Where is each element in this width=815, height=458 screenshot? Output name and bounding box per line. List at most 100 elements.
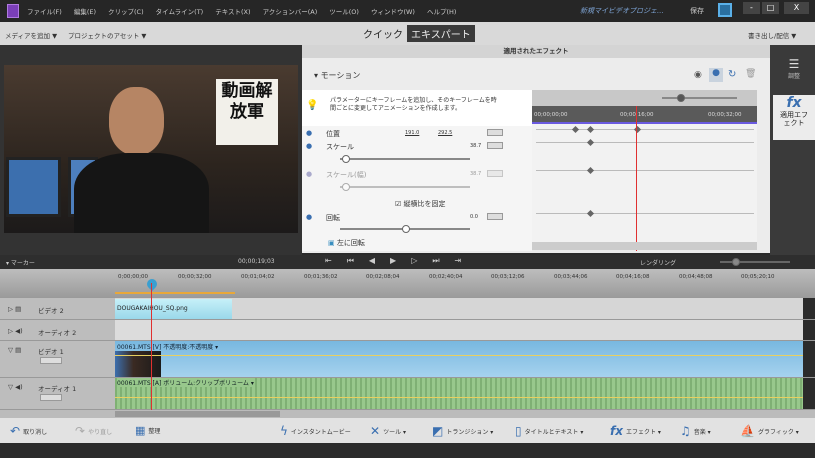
applied-effects-button[interactable]: fx 適用エフェクト bbox=[773, 95, 815, 140]
menu-clip[interactable]: クリップ(C) bbox=[108, 8, 144, 16]
scale-value[interactable]: 38.7 bbox=[470, 143, 481, 149]
timeline-playhead[interactable] bbox=[151, 283, 152, 410]
tools-button[interactable]: ✕ ツール ▾ bbox=[370, 424, 406, 438]
keyframe[interactable] bbox=[586, 209, 595, 218]
menu-window[interactable]: ウィンドウ(W) bbox=[371, 8, 415, 16]
export-button[interactable]: 書き出し/配信 ▼ bbox=[748, 30, 796, 40]
scale-width-value: 38.7 bbox=[470, 171, 482, 177]
scale-slider[interactable] bbox=[342, 155, 350, 163]
scrollbar-thumb[interactable] bbox=[115, 411, 280, 417]
keyframe-nav[interactable] bbox=[487, 213, 503, 220]
timeline-zoom-slider[interactable] bbox=[732, 258, 740, 266]
ruler-tick: 00;04;48;08 bbox=[679, 274, 713, 280]
keyframe-area[interactable] bbox=[532, 124, 757, 242]
timeline-ruler[interactable]: 0;00;00;00 00;00;32;00 00;01;04;02 00;01… bbox=[0, 269, 815, 298]
menu-tools[interactable]: ツール(O) bbox=[329, 8, 359, 16]
track-expand-icon[interactable]: ▷ ▤ bbox=[8, 305, 21, 313]
main-toolbar: メディアを追加 ▼ プロジェクトのアセット ▼ クイック エキスパート 書き出し… bbox=[0, 22, 815, 45]
keyframe[interactable] bbox=[586, 138, 595, 147]
keyframe[interactable] bbox=[586, 166, 595, 175]
stopwatch-icon[interactable]: ● bbox=[306, 129, 312, 137]
eye-icon[interactable]: ◉ bbox=[694, 70, 702, 80]
save-button[interactable]: 保存 bbox=[690, 6, 704, 16]
effects-ruler[interactable]: 00;00;00;00 00;00;16;00 00;00;32;00 bbox=[532, 106, 757, 124]
organize-button[interactable]: ▦ 整理 bbox=[135, 424, 160, 437]
lock-aspect-checkbox[interactable]: ☑ 縦横比を固定 bbox=[395, 199, 446, 209]
speaker-icon[interactable]: ▷ ◀) bbox=[8, 327, 23, 335]
person-head bbox=[109, 87, 164, 155]
render-bar bbox=[115, 292, 235, 294]
video-preview[interactable]: 動画解放軍 bbox=[4, 65, 298, 233]
titles-button[interactable]: ▯ タイトルとテキスト ▾ bbox=[515, 424, 583, 438]
add-media-button[interactable]: メディアを追加 ▼ bbox=[5, 30, 57, 40]
project-assets-button[interactable]: プロジェクトのアセット ▼ bbox=[68, 30, 146, 40]
rotate-left-button[interactable]: ▣ 左に回転 bbox=[328, 238, 365, 248]
effects-button[interactable]: fx エフェクト ▾ bbox=[610, 424, 661, 438]
rotate-left-icon: ▣ bbox=[328, 239, 335, 247]
effects-scrollbar[interactable] bbox=[532, 242, 757, 250]
transitions-button[interactable]: ◩ トランジション ▾ bbox=[432, 424, 493, 438]
maximize-button[interactable]: □ bbox=[762, 2, 779, 14]
track-label: ビデオ 2 bbox=[38, 307, 64, 315]
clip-image[interactable]: DOUGAKAIHOU_SQ.png bbox=[115, 299, 232, 319]
ruler-tick: 00;03;12;06 bbox=[491, 274, 525, 280]
graphics-button[interactable]: ⛵ グラフィック ▾ bbox=[740, 424, 799, 438]
rendering-button[interactable]: レンダリング bbox=[640, 258, 676, 267]
keyframe[interactable] bbox=[571, 125, 580, 134]
speaker-icon[interactable]: ▽ ◀) bbox=[8, 383, 23, 391]
effects-playhead[interactable] bbox=[636, 106, 637, 251]
menu-text[interactable]: テキスト(X) bbox=[215, 8, 250, 16]
undo-button[interactable]: ↶ 取り消し bbox=[10, 424, 47, 438]
trash-icon[interactable]: 🗑 bbox=[745, 69, 756, 79]
menu-timeline[interactable]: タイムライン(T) bbox=[156, 8, 204, 16]
track-label: オーディオ 2 bbox=[38, 329, 77, 337]
menu-file[interactable]: ファイル(F) bbox=[27, 8, 62, 16]
rotation-value[interactable]: 0.0 bbox=[470, 214, 478, 220]
person-body bbox=[74, 153, 209, 233]
ruler-tick: 00;02;40;04 bbox=[429, 274, 463, 280]
tab-quick[interactable]: クイック bbox=[359, 25, 407, 42]
ruler-tick: 00;01;04;02 bbox=[241, 274, 275, 280]
keyframe[interactable] bbox=[586, 125, 595, 134]
undo-icon: ↶ bbox=[10, 424, 21, 438]
fullscreen-icon[interactable] bbox=[718, 3, 732, 17]
track-audio-2: ▷ ◀) オーディオ 2 bbox=[0, 320, 815, 341]
stopwatch-icon[interactable]: ● bbox=[306, 170, 312, 178]
current-timecode[interactable]: 00;00;19;03 bbox=[238, 258, 275, 265]
instant-movie-button[interactable]: ϟ インスタントムービー bbox=[280, 424, 351, 438]
menu-edit[interactable]: 編集(E) bbox=[74, 8, 96, 16]
menu-actionbar[interactable]: アクションバー(A) bbox=[263, 8, 318, 16]
redo-button[interactable]: ↷ やり直し bbox=[75, 424, 112, 438]
position-y-value[interactable]: 292.5 bbox=[438, 130, 452, 136]
tab-expert[interactable]: エキスパート bbox=[407, 25, 475, 42]
clip-video[interactable]: 00061.MTS [V] 不透明度:不透明度 ▾ bbox=[115, 341, 803, 377]
params-list: ● 位置 191.0 292.5 ● スケール 38.7 ● スケール(幅) 3… bbox=[302, 126, 532, 251]
keyframe-nav[interactable] bbox=[40, 394, 62, 401]
stopwatch-icon[interactable]: ● bbox=[306, 213, 312, 221]
keyframe-nav[interactable] bbox=[487, 129, 503, 136]
reset-icon[interactable]: ↻ bbox=[728, 69, 736, 80]
ruler-tick: 00;00;00;00 bbox=[534, 112, 568, 118]
track-collapse-icon[interactable]: ▽ ▤ bbox=[8, 346, 21, 354]
music-button[interactable]: ♫ 音楽 ▾ bbox=[680, 424, 711, 438]
ruler-tick: 00;05;20;10 bbox=[741, 274, 775, 280]
menu-help[interactable]: ヘルプ(H) bbox=[427, 8, 456, 16]
close-button[interactable]: X bbox=[784, 2, 809, 14]
motion-section-header[interactable]: ▾ モーション bbox=[314, 70, 360, 81]
timeline-scrollbar[interactable] bbox=[0, 410, 815, 418]
keyframe-toggle-icon[interactable]: ● bbox=[709, 68, 723, 82]
stopwatch-icon[interactable]: ● bbox=[306, 142, 312, 150]
rotation-slider[interactable] bbox=[402, 225, 410, 233]
keyframe-nav[interactable] bbox=[40, 357, 62, 364]
keyframe-nav[interactable] bbox=[487, 142, 503, 149]
lightning-icon: ϟ bbox=[280, 424, 288, 438]
position-x-value[interactable]: 191.0 bbox=[405, 130, 419, 136]
clip-audio[interactable]: 00061.MTS [A] ボリューム:クリップボリューム ▾ bbox=[115, 378, 803, 409]
zoom-slider-knob[interactable] bbox=[677, 94, 685, 102]
rotate-left-label: 左に回転 bbox=[336, 239, 365, 247]
redo-icon: ↷ bbox=[75, 424, 86, 438]
marker-menu[interactable]: ▾ マーカー bbox=[6, 258, 35, 267]
transport-controls[interactable]: ⇤⏮◀▶▷⏭⇥ bbox=[325, 256, 476, 266]
minimize-button[interactable]: - bbox=[743, 2, 760, 14]
ruler-tick: 00;01;36;02 bbox=[304, 274, 338, 280]
